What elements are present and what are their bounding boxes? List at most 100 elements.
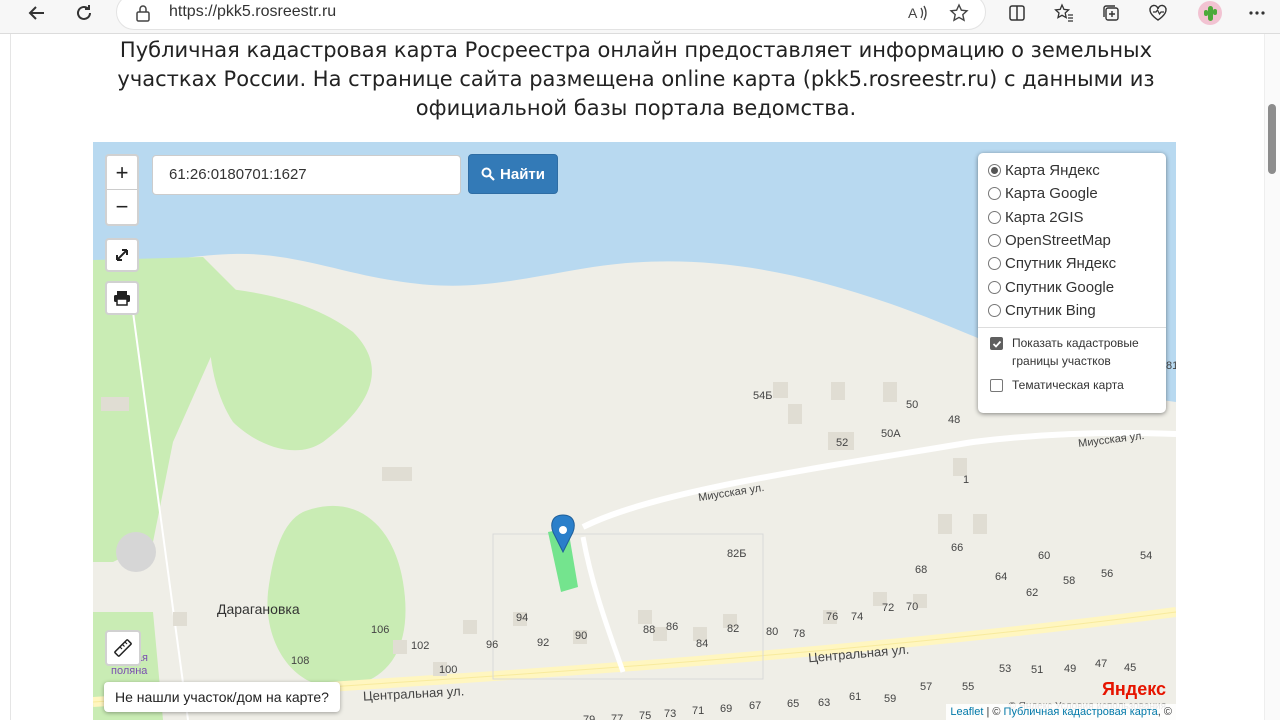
svg-text:A: A — [908, 5, 918, 21]
house-number: 60 — [1038, 550, 1051, 562]
house-number: 96 — [486, 639, 499, 651]
split-screen-icon — [1009, 5, 1025, 21]
heart-pulse-icon — [1149, 4, 1167, 21]
house-number: 63 — [818, 697, 831, 709]
layer-option-label: Спутник Яндекс — [1005, 255, 1117, 273]
scrollbar-thumb[interactable] — [1268, 104, 1276, 174]
house-number: 59 — [884, 693, 897, 705]
house-number: 72 — [882, 602, 895, 614]
house-number: 69 — [720, 703, 733, 715]
favorites-button[interactable] — [1047, 0, 1081, 26]
layer-option[interactable]: Карта Яндекс — [988, 159, 1156, 182]
layer-radio[interactable] — [988, 234, 1001, 248]
house-number: 57 — [920, 681, 933, 693]
layer-radio[interactable] — [988, 210, 1001, 224]
zoom-out-button[interactable]: − — [107, 190, 137, 224]
thematic-checkbox[interactable] — [990, 379, 1003, 393]
zoom-in-button[interactable]: + — [107, 156, 137, 190]
intro-line-2: участках России. На странице сайта разме… — [117, 67, 1155, 91]
menu-button[interactable] — [1240, 0, 1274, 26]
house-number: 70 — [906, 601, 919, 613]
check-icon — [992, 340, 1001, 348]
performance-button[interactable] — [1141, 0, 1175, 26]
layer-option[interactable]: Спутник Bing — [988, 299, 1156, 322]
house-number: 76 — [826, 611, 839, 623]
profile-button[interactable] — [1193, 0, 1227, 26]
search-icon — [481, 167, 495, 181]
browser-toolbar: https://pkk5.rosreestr.ru A — [0, 0, 1280, 34]
read-aloud-icon[interactable]: A — [907, 3, 929, 23]
house-number: 82 — [727, 623, 740, 635]
layer-option[interactable]: Карта Google — [988, 182, 1156, 205]
show-borders-option[interactable]: Показать кадастровые границы участков — [988, 334, 1156, 370]
house-number: 51 — [1031, 664, 1044, 676]
house-number: 48 — [948, 414, 961, 426]
house-number: 86 — [666, 621, 679, 633]
thematic-option[interactable]: Тематическая карта — [988, 376, 1156, 394]
house-number: 106 — [371, 624, 390, 636]
house-number: 50 — [906, 399, 919, 411]
layer-radio[interactable] — [988, 303, 1001, 317]
star-icon[interactable] — [949, 3, 969, 23]
address-bar[interactable]: https://pkk5.rosreestr.ru A — [116, 0, 986, 30]
search-button[interactable]: Найти — [468, 154, 558, 194]
reload-button[interactable] — [67, 0, 101, 26]
printer-icon — [114, 291, 130, 306]
house-number: 79 — [583, 714, 596, 720]
print-button[interactable] — [105, 281, 139, 315]
url-text: https://pkk5.rosreestr.ru — [169, 3, 337, 20]
ruler-button[interactable] — [105, 630, 141, 666]
house-number: 45 — [1124, 662, 1137, 674]
house-number: 81 — [1166, 360, 1176, 372]
house-number: 54Б — [753, 390, 773, 402]
house-number: 102 — [411, 640, 430, 652]
house-number: 1 — [963, 474, 970, 486]
layer-option[interactable]: Спутник Яндекс — [988, 252, 1156, 275]
favorites-icon — [1054, 3, 1073, 22]
house-number: 77 — [611, 713, 624, 720]
split-screen-button[interactable] — [1000, 0, 1034, 26]
lock-icon — [136, 5, 150, 22]
back-button[interactable] — [20, 0, 54, 26]
collections-button[interactable] — [1094, 0, 1128, 26]
layer-option[interactable]: Карта 2GIS — [988, 206, 1156, 229]
intro-line-3: официальной базы портала ведомства. — [415, 96, 857, 120]
layer-radio[interactable] — [988, 257, 1001, 271]
layer-radio[interactable] — [988, 164, 1001, 178]
house-number: 80 — [766, 626, 779, 638]
layer-radio[interactable] — [988, 280, 1001, 294]
layer-option-label: Карта Google — [1005, 185, 1098, 203]
house-number: 71 — [692, 705, 705, 717]
page-edge — [10, 34, 11, 720]
fullscreen-button[interactable] — [105, 238, 139, 272]
house-number: 55 — [962, 681, 975, 693]
pkk-link[interactable]: Публичная кадастровая карта — [1004, 706, 1158, 718]
cadastral-search-input[interactable]: 61:26:0180701:1627 — [152, 155, 461, 195]
yandex-logo: Яндекс — [1101, 679, 1166, 699]
layer-option[interactable]: Спутник Google — [988, 275, 1156, 298]
layer-option-label: Спутник Google — [1005, 278, 1115, 296]
layer-radio[interactable] — [988, 187, 1001, 201]
house-number: 47 — [1095, 658, 1108, 670]
layer-option-label: OpenStreetMap — [1005, 232, 1111, 250]
house-number: 52 — [836, 437, 849, 449]
house-number: 49 — [1064, 663, 1077, 675]
house-number: 90 — [575, 630, 588, 642]
house-number: 58 — [1063, 575, 1076, 587]
leaflet-link[interactable]: Leaflet — [950, 706, 983, 718]
house-number: 92 — [537, 637, 550, 649]
not-found-button[interactable]: Не нашли участок/дом на карте? — [104, 682, 340, 712]
house-number: 54 — [1140, 550, 1153, 562]
layer-option-label: Карта 2GIS — [1005, 208, 1084, 226]
arrow-left-icon — [28, 6, 44, 20]
map-container[interactable]: Дарагановка Вечная поляна Миусская ул. М… — [93, 142, 1176, 720]
house-number: 66 — [951, 542, 964, 554]
house-number: 74 — [851, 611, 864, 623]
house-number: 67 — [749, 700, 762, 712]
layer-option[interactable]: OpenStreetMap — [988, 229, 1156, 252]
house-number: 100 — [439, 664, 458, 676]
thematic-label: Тематическая карта — [1012, 378, 1124, 393]
house-number: 73 — [664, 708, 677, 720]
show-borders-checkbox[interactable] — [990, 337, 1003, 351]
zoom-control: + − — [105, 154, 139, 226]
